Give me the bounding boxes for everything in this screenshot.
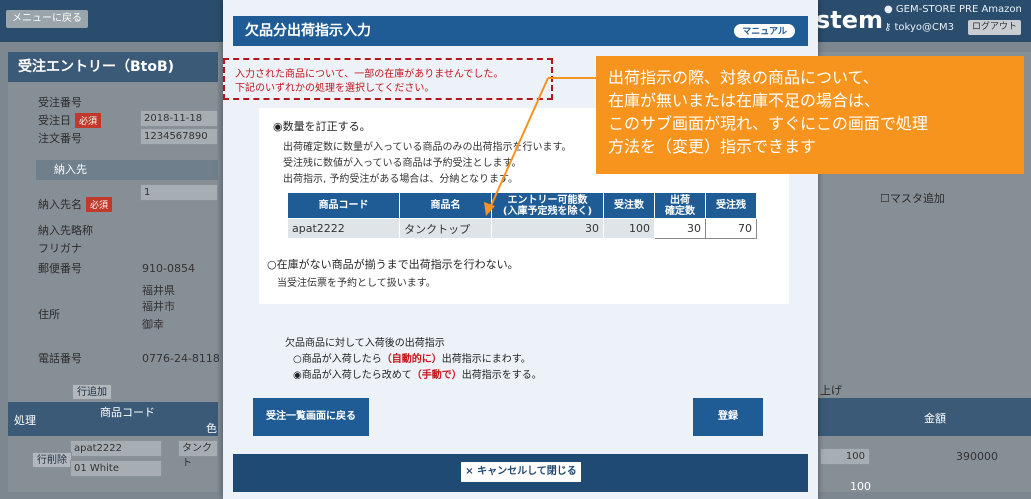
option1-desc3: 出荷指示, 予約受注がある場合は、分納となります。 bbox=[283, 174, 519, 185]
register-button[interactable]: 登録 bbox=[693, 398, 763, 436]
th-product-code: 商品コード bbox=[286, 192, 401, 219]
radio-auto-pre: ○商品が入荷したら bbox=[293, 354, 382, 365]
callout-line1: 出荷指示の際、対象の商品について、 bbox=[608, 68, 879, 87]
user-id: ⚷ tokyo@CM3 bbox=[884, 22, 954, 33]
col-amount: 金額 bbox=[924, 412, 946, 425]
shipto-name-input[interactable]: 1 bbox=[140, 184, 218, 201]
shipto-section: 納入先 bbox=[36, 160, 218, 180]
callout-line3: このサブ画面が現れ、すぐにこの画面で処理 bbox=[608, 114, 928, 133]
table-row: apat2222 タンクトップ 30 100 30 70 bbox=[286, 218, 758, 239]
address-line1: 福井県 bbox=[142, 284, 175, 297]
logout-button[interactable]: ログアウト bbox=[968, 20, 1022, 35]
option1-desc2: 受注残に数値が入っている商品は予約受注とします。 bbox=[283, 158, 522, 169]
cell-name: タンクトップ bbox=[399, 218, 492, 239]
modal-title: 欠品分出荷指示入力 bbox=[245, 23, 371, 39]
col-product-code: 商品コード bbox=[100, 406, 155, 419]
th-product-name: 商品名 bbox=[399, 192, 492, 219]
total-qty: 100 bbox=[850, 480, 871, 493]
note-number-input[interactable]: 1234567890 bbox=[140, 128, 218, 145]
col-action: 処理 bbox=[14, 414, 36, 427]
checkbox-icon: ☐ bbox=[880, 192, 890, 205]
address-line3: 御幸 bbox=[142, 318, 164, 331]
radio-manual-ship[interactable]: ◉商品が入荷したら改めて（手動で）出荷指示をする。 bbox=[293, 366, 542, 381]
callout-line4: 方法を（変更）指示できます bbox=[608, 137, 817, 156]
th-ordered: 受注数 bbox=[603, 192, 655, 219]
partial-label: 上げ bbox=[820, 384, 842, 397]
cell-available: 30 bbox=[490, 218, 605, 239]
address-line2: 福井市 bbox=[142, 300, 175, 313]
option1-desc1: 出荷確定数に数量が入っている商品のみの出荷指示を行います。 bbox=[283, 142, 572, 153]
radio-manual-pre: ◉商品が入荷したら改めて bbox=[293, 370, 412, 381]
phone-value: 0776-24-8118 bbox=[142, 352, 220, 365]
note-number-label: 注文番号 bbox=[38, 132, 82, 145]
option-hold-radio[interactable]: ○在庫がない商品が揃うまで出荷指示を行わない。 bbox=[267, 256, 519, 272]
stock-notice: 入力された商品について、一部の在庫がありませんでした。 下記のいずれかの処理を選… bbox=[235, 68, 503, 96]
radio-auto-ship[interactable]: ○商品が入荷したら（自動的に）出荷指示にまわす。 bbox=[293, 350, 531, 365]
cell-ordered: 100 bbox=[603, 218, 655, 239]
row-qty-input[interactable]: 100 bbox=[820, 448, 870, 465]
option2-desc: 当受注伝票を予約として扱います。 bbox=[277, 278, 436, 289]
store-name: ● GEM-STORE PRE Amazon bbox=[884, 4, 1022, 15]
zip-label: 郵便番号 bbox=[38, 262, 82, 275]
confirmed-qty-input[interactable]: 30 bbox=[654, 218, 706, 239]
remaining-qty-input[interactable]: 70 bbox=[704, 218, 758, 239]
zip-value: 910-0854 bbox=[142, 262, 195, 275]
order-date-label: 受注日 必須 bbox=[38, 112, 102, 128]
system-name: stem bbox=[816, 6, 884, 34]
add-row-button[interactable]: 行追加 bbox=[72, 384, 112, 400]
row-delete-button[interactable]: 行削除 bbox=[32, 452, 72, 468]
row-product-name-input[interactable]: タンクト bbox=[178, 440, 218, 469]
user-icon: ● bbox=[884, 4, 896, 15]
th-remaining: 受注残 bbox=[704, 192, 758, 219]
col-color: 色 bbox=[206, 422, 217, 435]
row-amount: 390000 bbox=[956, 450, 998, 463]
row-product-code-input[interactable]: apat2222 bbox=[70, 440, 162, 457]
required-badge: 必須 bbox=[75, 113, 102, 128]
cell-code: apat2222 bbox=[286, 218, 401, 239]
radio-manual-post: 出荷指示をする。 bbox=[461, 370, 542, 381]
shipto-name-label-text: 納入先名 bbox=[38, 198, 82, 211]
user-id-text: tokyo@CM3 bbox=[894, 22, 954, 33]
menu-back-button[interactable]: メニューに戻る bbox=[6, 10, 88, 28]
master-add-label: マスタ追加 bbox=[889, 192, 945, 205]
order-date-label-text: 受注日 bbox=[38, 114, 71, 127]
order-id-label: 受注番号 bbox=[38, 96, 82, 109]
radio-manual-highlight: （手動で） bbox=[411, 370, 462, 381]
row-color-input[interactable]: 01 White bbox=[70, 460, 162, 477]
cancel-close-button[interactable]: × キャンセルして閉じる bbox=[461, 462, 581, 482]
phone-label: 電話番号 bbox=[38, 352, 82, 365]
radio-auto-highlight: （自動的に） bbox=[381, 354, 442, 365]
notice-line2: 下記のいずれかの処理を選択してください。 bbox=[235, 83, 435, 94]
radio-auto-post: 出荷指示にまわす。 bbox=[441, 354, 531, 365]
shipto-short-label: 納入先略称 bbox=[38, 224, 93, 237]
th-confirmed: 出荷 確定数 bbox=[654, 192, 706, 219]
required-badge: 必須 bbox=[86, 197, 113, 212]
shipto-name-label: 納入先名 必須 bbox=[38, 196, 113, 212]
callout-line2: 在庫が無いまたは在庫不足の場合は、 bbox=[608, 91, 881, 110]
after-arrival-title: 欠品商品に対して入荷後の出荷指示 bbox=[285, 338, 445, 349]
backorder-items-table: 商品コード 商品名 エントリー可能数 (入庫予定残を除く) 受注数 出荷 確定数… bbox=[286, 192, 758, 239]
back-to-list-button[interactable]: 受注一覧画面に戻る bbox=[253, 398, 369, 436]
order-entry-title: 受注エントリー（BtoB) bbox=[8, 52, 218, 82]
modal-title-bar: 欠品分出荷指示入力 マニュアル bbox=[233, 16, 808, 46]
address-label: 住所 bbox=[38, 308, 60, 321]
notice-line1: 入力された商品について、一部の在庫がありませんでした。 bbox=[235, 69, 504, 80]
manual-button[interactable]: マニュアル bbox=[733, 23, 796, 39]
furigana-label: フリガナ bbox=[38, 242, 82, 255]
key-icon: ⚷ bbox=[884, 22, 895, 33]
store-name-text: GEM-STORE PRE Amazon bbox=[895, 4, 1022, 15]
annotation-callout: 出荷指示の際、対象の商品について、 在庫が無いまたは在庫不足の場合は、 このサブ… bbox=[596, 56, 1024, 174]
option-correct-qty-radio[interactable]: ◉数量を訂正する。 bbox=[273, 118, 371, 134]
modal-footer: × キャンセルして閉じる bbox=[233, 454, 808, 492]
master-add-checkbox[interactable]: ☐マスタ追加 bbox=[880, 190, 945, 206]
order-date-input[interactable]: 2018-11-18 bbox=[140, 110, 218, 127]
th-available: エントリー可能数 (入庫予定残を除く) bbox=[490, 192, 605, 219]
